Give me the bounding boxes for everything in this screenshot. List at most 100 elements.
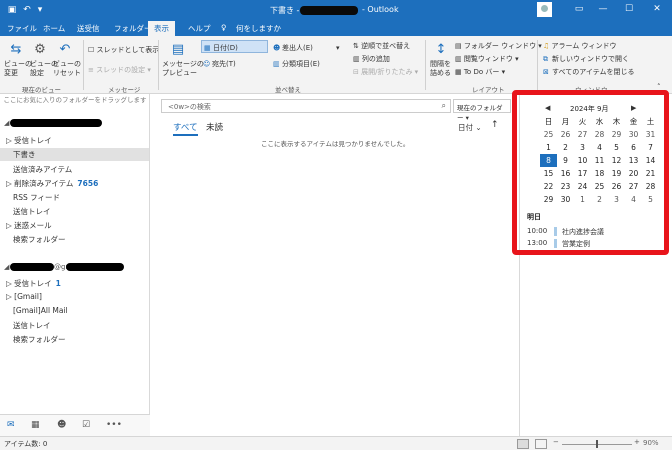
account-avatar[interactable]: [537, 2, 552, 17]
reverse-sort-button[interactable]: ⇅ 逆順で並べ替え: [353, 41, 410, 51]
folder-drafts[interactable]: 下書き: [0, 148, 149, 161]
folder-sent-items[interactable]: 送信済みアイテム: [13, 164, 72, 175]
tab-send-receive[interactable]: 送受信: [77, 23, 100, 34]
calendar-day[interactable]: 29: [540, 193, 557, 206]
sort-by-dropdown[interactable]: 日付 ⌄: [458, 122, 482, 133]
calendar-day[interactable]: 25: [540, 128, 557, 141]
calendar-day[interactable]: 20: [625, 167, 642, 180]
expand-collapse-button[interactable]: ⊟ 展開/折りたたみ ▾: [353, 67, 418, 77]
show-as-threads-checkbox[interactable]: ☐ スレッドとして表示: [88, 45, 159, 55]
previous-month-icon[interactable]: ◀: [545, 104, 550, 112]
calendar-day[interactable]: 5: [608, 141, 625, 154]
calendar-day[interactable]: 1: [574, 193, 591, 206]
people-icon[interactable]: ☻: [57, 420, 66, 430]
open-in-new-window-button[interactable]: ⧉ 新しいウィンドウで開く: [543, 54, 629, 64]
mail-icon[interactable]: ✉: [7, 420, 15, 430]
close-all-items-button[interactable]: ⊠ すべてのアイテムを閉じる: [543, 67, 635, 77]
collapse-ribbon-icon[interactable]: ˄: [657, 83, 661, 91]
calendar-day[interactable]: 7: [642, 141, 659, 154]
folder-search-folders[interactable]: 検索フォルダー: [13, 234, 66, 245]
calendar-day[interactable]: 13: [625, 154, 642, 167]
tell-me-lightbulb-icon[interactable]: ♀: [221, 23, 227, 32]
folder-outbox[interactable]: 送信トレイ: [13, 206, 51, 217]
folder-gmail-inbox[interactable]: ▷ 受信トレイ 1: [6, 278, 61, 289]
calendar-day[interactable]: 1: [540, 141, 557, 154]
calendar-day[interactable]: 28: [591, 128, 608, 141]
zoom-out-icon[interactable]: −: [553, 438, 559, 446]
filter-all[interactable]: すべて: [173, 121, 198, 136]
calendar-day[interactable]: 16: [557, 167, 574, 180]
sort-by-from-button[interactable]: ☻ 差出人(E): [273, 43, 313, 53]
message-preview-button[interactable]: メッセージの プレビュー: [162, 60, 204, 78]
calendar-day[interactable]: 4: [625, 193, 642, 206]
zoom-in-icon[interactable]: +: [634, 438, 640, 446]
calendar-day[interactable]: 4: [591, 141, 608, 154]
calendar-day[interactable]: 27: [625, 180, 642, 193]
calendar-day[interactable]: 31: [642, 128, 659, 141]
calendar-day-today[interactable]: 8: [540, 154, 557, 167]
reading-view-icon[interactable]: [535, 439, 547, 449]
calendar-day[interactable]: 9: [557, 154, 574, 167]
calendar-icon[interactable]: ▦: [31, 420, 40, 430]
search-scope-dropdown[interactable]: 現在のフォルダー ▾: [453, 99, 511, 122]
folder-deleted-items[interactable]: ▷ 削除済みアイテム 7656: [6, 178, 98, 189]
calendar-day[interactable]: 21: [642, 167, 659, 180]
arrangement-more-button[interactable]: ▾: [336, 44, 340, 52]
calendar-day[interactable]: 18: [591, 167, 608, 180]
thread-settings-button[interactable]: ≡ スレッドの設定 ▾: [88, 65, 151, 75]
calendar-day[interactable]: 11: [591, 154, 608, 167]
upcoming-event[interactable]: 13:00 営業定例: [527, 239, 590, 248]
expand-arrow-icon[interactable]: ▷: [6, 179, 12, 188]
expand-arrow-icon[interactable]: ▷: [6, 279, 12, 288]
upcoming-event[interactable]: 10:00 社内進捗会議: [527, 227, 604, 236]
expand-arrow-icon[interactable]: ▷: [6, 136, 12, 145]
calendar-day[interactable]: 23: [557, 180, 574, 193]
calendar-day[interactable]: 6: [625, 141, 642, 154]
calendar-day[interactable]: 25: [591, 180, 608, 193]
search-icon[interactable]: ⌕: [442, 101, 446, 111]
calendar-day[interactable]: 3: [574, 141, 591, 154]
change-view-button[interactable]: ビューの 変更: [4, 60, 32, 78]
close-button[interactable]: ✕: [648, 1, 666, 18]
sort-by-category-button[interactable]: ▥ 分類項目(E): [273, 59, 320, 69]
calendar-day[interactable]: 14: [642, 154, 659, 167]
calendar-day[interactable]: 2: [591, 193, 608, 206]
calendar-day[interactable]: 30: [557, 193, 574, 206]
folder-gmail-all-mail[interactable]: [Gmail]All Mail: [13, 306, 68, 315]
zoom-level[interactable]: 90%: [643, 439, 659, 447]
zoom-slider-thumb[interactable]: [596, 440, 598, 448]
ribbon-display-options-icon[interactable]: ▭: [570, 1, 588, 18]
calendar-day[interactable]: 26: [608, 180, 625, 193]
folder-rss-feeds[interactable]: RSS フィード: [13, 192, 60, 203]
tab-help[interactable]: ヘルプ: [188, 23, 211, 34]
folder-pane-button[interactable]: ▤ フォルダー ウィンドウ ▾: [455, 41, 542, 51]
reset-view-button[interactable]: ビューの リセット: [53, 60, 81, 78]
filter-unread[interactable]: 未読: [206, 121, 223, 133]
sort-direction-icon[interactable]: ↑: [491, 120, 499, 130]
calendar-day[interactable]: 3: [608, 193, 625, 206]
tab-view[interactable]: 表示: [148, 21, 175, 36]
calendar-day[interactable]: 10: [574, 154, 591, 167]
reminders-window-button[interactable]: ♫ アラーム ウィンドウ: [543, 41, 617, 51]
tab-home[interactable]: ホーム: [43, 23, 65, 34]
more-icon[interactable]: •••: [106, 420, 122, 430]
calendar-day[interactable]: 28: [642, 180, 659, 193]
calendar-day[interactable]: 30: [625, 128, 642, 141]
folder-junk-email[interactable]: ▷ 迷惑メール: [6, 220, 52, 231]
search-box[interactable]: <0w>の検索 ⌕: [161, 99, 451, 113]
calendar-day[interactable]: 24: [574, 180, 591, 193]
reading-pane-button[interactable]: ▥ 閲覧ウィンドウ ▾: [455, 54, 519, 64]
maximize-button[interactable]: ☐: [620, 1, 638, 18]
folder-gmail-search-folders[interactable]: 検索フォルダー: [13, 334, 66, 345]
tasks-icon[interactable]: ☑: [82, 420, 90, 430]
minimize-button[interactable]: —: [594, 1, 612, 18]
calendar-day[interactable]: 22: [540, 180, 557, 193]
calendar-day[interactable]: 29: [608, 128, 625, 141]
calendar-day[interactable]: 27: [574, 128, 591, 141]
todo-bar-button[interactable]: ▦ To Do バー ▾: [455, 67, 505, 77]
calendar-day[interactable]: 26: [557, 128, 574, 141]
collapse-account-icon[interactable]: ◢: [4, 119, 9, 127]
undo-icon[interactable]: ↶: [21, 4, 33, 16]
tab-file[interactable]: ファイル: [7, 23, 37, 34]
add-columns-button[interactable]: ▥ 列の追加: [353, 54, 390, 64]
